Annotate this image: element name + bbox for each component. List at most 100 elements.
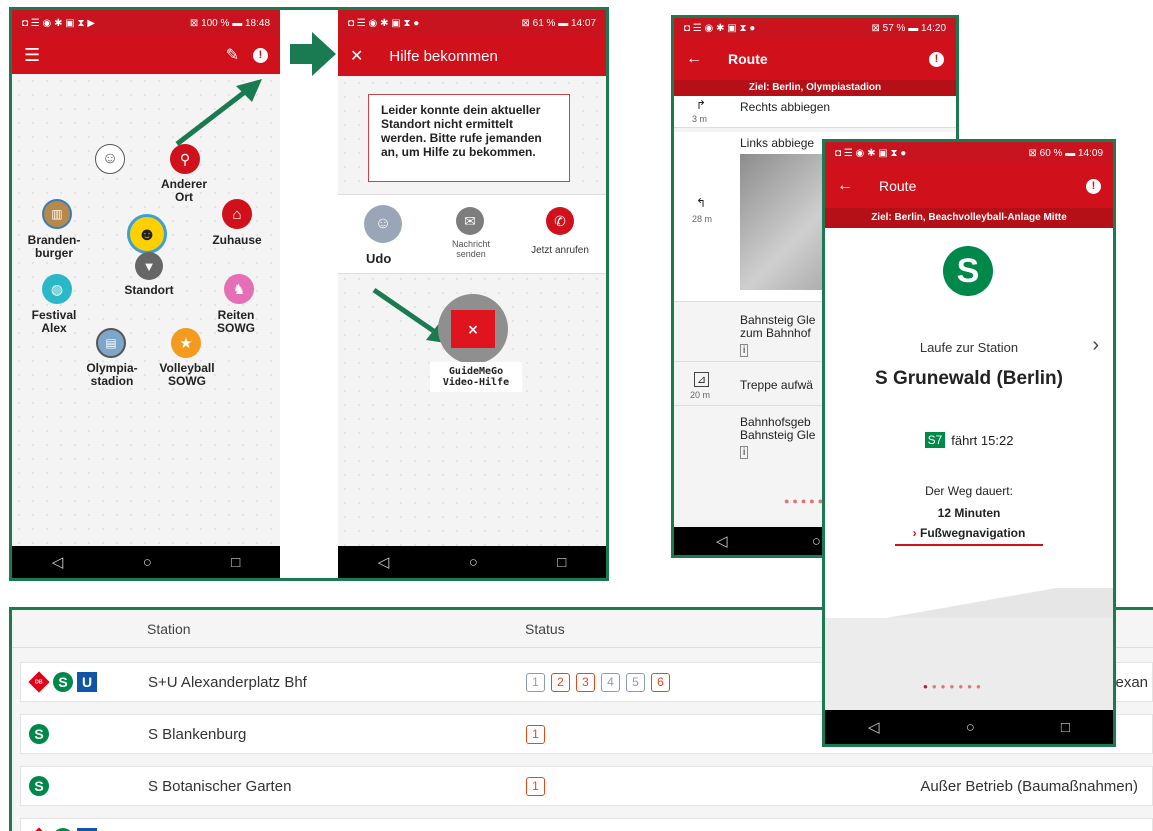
status-battery-time: ⊠ 100 % ▬ 18:48 [189,17,270,29]
status-chip[interactable]: 1 [526,724,545,744]
back-nav-icon[interactable]: ◁ [716,532,728,550]
step-distance: 20 m [690,390,711,400]
station-card: S Laufe zur Station › S Grunewald (Berli… [825,228,1113,588]
brandenburger-photo-icon[interactable]: ▥ [42,199,72,229]
reiten-icon[interactable]: ♞ [224,274,254,304]
smiley-icon[interactable]: ☺ [95,144,125,174]
duration-value: 12 Minuten [937,506,1001,520]
status-battery-time: ⊠ 57 % ▬ 14:20 [871,22,946,34]
page-title: Hilfe bekommen [389,47,498,65]
contact-avatar[interactable]: ☺ [364,205,402,243]
call-button-label[interactable]: Jetzt anrufen [524,245,596,256]
station-name: S Botanischer Garten [148,777,292,795]
transport-icons: S [21,724,148,744]
places-map: ☺ ⚲ Anderer Ort ▥ Branden- burger ⌂ Zuha… [12,74,280,546]
zuhause-icon[interactable]: ⌂ [222,199,252,229]
recent-nav-icon[interactable]: □ [231,554,240,571]
step-distance: 28 m [692,214,713,224]
app-bar: ← Route ! [825,164,1113,208]
back-nav-icon[interactable]: ◁ [378,553,390,571]
page-dots: ●●●●●●● [923,682,985,691]
header-station: Station [147,620,191,637]
status-chip[interactable]: 1 [526,672,545,692]
back-nav-icon[interactable]: ◁ [52,553,64,571]
home-nav-icon[interactable]: ○ [966,719,975,736]
status-bar: ◘ ☰ ◉ ✱ ▣ ⧗ ● ⊠ 57 % ▬ 14:20 [674,18,956,38]
close-icon[interactable]: ✕ [350,46,363,66]
label-anderer-ort: Anderer Ort [160,177,207,204]
user-avatar-icon[interactable]: ☻ [127,214,167,254]
db-bahn-icon: DB [28,671,50,693]
departure-row: S7 fährt 15:22 [825,432,1113,448]
status-chip[interactable]: 6 [651,672,670,692]
festival-icon[interactable]: ◍ [42,274,72,304]
home-nav-icon[interactable]: ○ [469,554,478,571]
sbahn-icon: S [53,672,73,692]
departure-time: fährt 15:22 [951,432,1014,448]
label-standort: Standort [124,283,174,297]
volleyball-icon[interactable]: ★ [171,328,201,358]
status-chip[interactable]: 3 [576,672,595,692]
recent-nav-icon[interactable]: □ [557,554,566,571]
back-arrow-icon[interactable]: ← [686,50,702,68]
station-name: S Grunewald (Berlin) [875,368,1063,389]
duration-label: Der Weg dauert: [925,484,1013,498]
edit-icon[interactable]: ✎ [226,45,239,65]
alert-icon[interactable]: ! [929,51,944,67]
video-help-icon: ⨯ [451,310,495,348]
walk-navigation-link[interactable]: › Fußwegnavigation [895,526,1043,546]
table-row[interactable]: S S Botanischer Garten 1 Außer Betrieb (… [20,766,1153,806]
message-button-label[interactable]: Nachricht senden [442,239,500,259]
screen-home: ◘ ☰ ◉ ✱ ▣ ⧗ ▶ ⊠ 100 % ▬ 18:48 ☰ ✎ ! ☺ ⚲ … [9,7,609,581]
step-turn-right[interactable]: ↱ 3 m Rechts abbiegen [674,96,956,128]
nav-bar: ◁ ○ □ [12,546,280,578]
label-olympia: Olympia- stadion [86,361,138,388]
transition-arrow-icon [290,32,336,76]
status-chip[interactable]: 2 [551,672,570,692]
status-chip[interactable]: 5 [626,672,645,692]
step-text: Bahnsteig Gle zum Bahnhof [740,313,816,340]
status-chip[interactable]: 1 [526,776,545,796]
station-name: S Blankenburg [148,725,247,743]
video-help-label[interactable]: GuideMeGo Video-Hilfe [430,362,522,392]
app-bar: ✕ Hilfe bekommen [338,36,606,76]
info-bubble: Leider konnte dein aktueller Standort ni… [368,94,570,182]
table-row-partial[interactable]: DB S U [20,818,1153,831]
station-name: S+U Alexanderplatz Bhf [148,673,307,691]
destination-bar: Ziel: Berlin, Beachvolleyball-Anlage Mit… [825,208,1113,228]
walk-navigation-label: Fußwegnavigation [920,526,1026,540]
app-bar: ← Route ! [674,38,956,80]
label-volleyball: Volleyball SOWG [159,361,215,388]
help-message: Leider konnte dein aktueller Standort ni… [381,103,542,159]
status-icons: ◘ ☰ ◉ ✱ ▣ ⧗ ● [835,147,907,159]
transport-icons: S [21,776,148,796]
transport-icons: DB S U [21,671,148,693]
status-chip[interactable]: 4 [601,672,620,692]
sbahn-logo-icon: S [943,246,993,296]
back-nav-icon[interactable]: ◁ [868,718,880,736]
label-reiten: Reiten SOWG [217,308,255,335]
back-arrow-icon[interactable]: ← [837,177,853,195]
page-title: Route [728,51,768,67]
alert-icon[interactable]: ! [1086,178,1101,194]
page-title: Route [879,178,917,194]
olympia-photo-icon[interactable]: ▤ [96,328,126,358]
help-content: Leider konnte dein aktueller Standort ni… [338,76,606,546]
chevron-right-icon: › [912,526,917,540]
info-icon[interactable]: i [740,446,749,459]
info-icon[interactable]: i [740,344,749,357]
home-nav-icon[interactable]: ○ [143,554,152,571]
video-help-button[interactable]: ⨯ [438,294,508,364]
recent-nav-icon[interactable]: □ [1061,719,1070,736]
alert-icon[interactable]: ! [253,47,268,63]
standort-icon[interactable]: ▼ [135,252,163,280]
sbahn-icon: S [29,776,49,796]
menu-icon[interactable]: ☰ [24,45,40,66]
chevron-right-icon[interactable]: › [1092,334,1099,357]
stairs-icon: ⊿ [694,372,710,387]
mail-icon[interactable]: ✉ [456,207,484,235]
home-nav-icon[interactable]: ○ [812,533,821,550]
phone-icon[interactable]: ✆ [546,207,574,235]
status-text: Außer Betrieb (Baumaßnahmen) [920,777,1138,795]
contact-name[interactable]: Udo [366,251,391,266]
